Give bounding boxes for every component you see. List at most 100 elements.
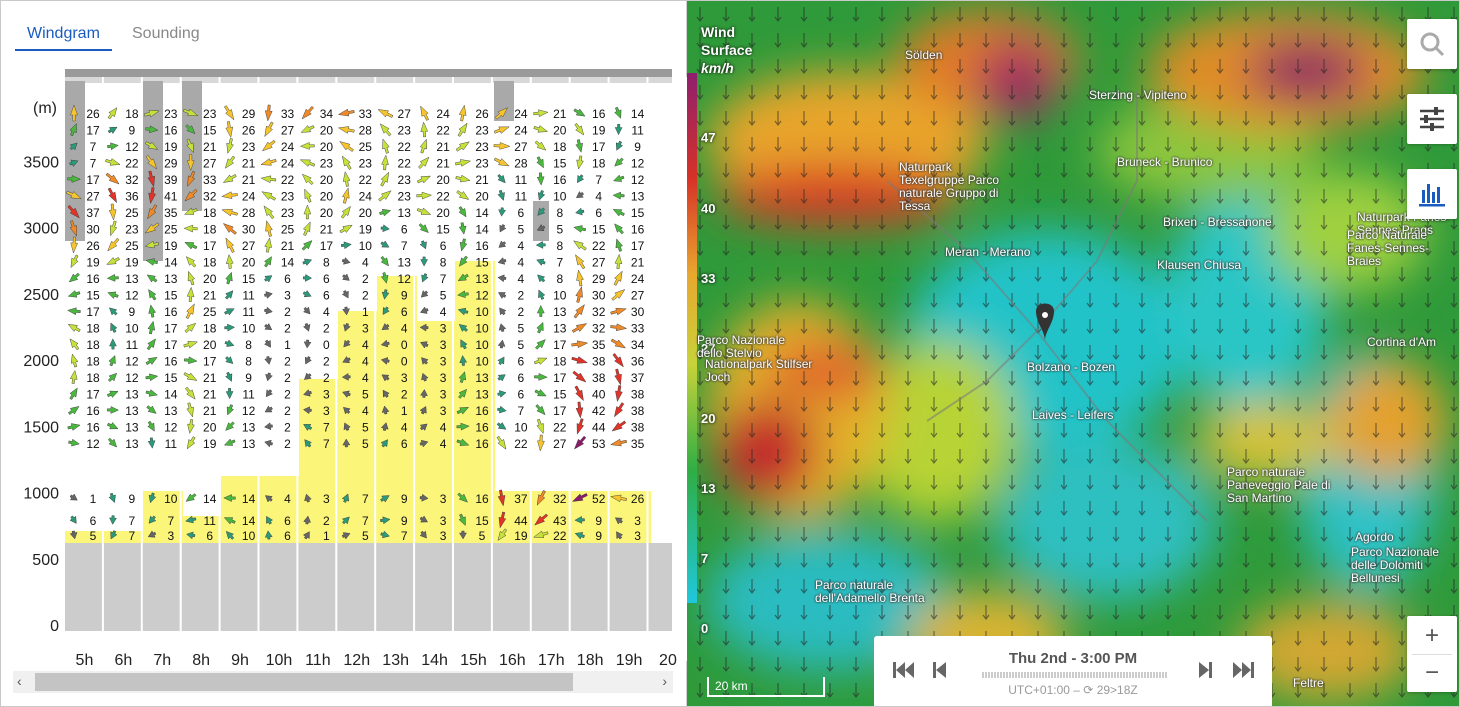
wind-speed-label: 4 [518, 256, 525, 270]
wind-arrow [534, 373, 548, 381]
wind-speed-label: 13 [242, 421, 256, 435]
wind-arrow [497, 374, 506, 382]
wind-arrow [497, 257, 507, 265]
thermal-zone [104, 531, 144, 543]
settings-button[interactable] [1407, 94, 1457, 144]
wind-arrow-shape [224, 105, 235, 121]
wind-arrow-shape [109, 220, 118, 237]
wind-speed-label: 20 [320, 140, 334, 154]
wind-speed-label: 18 [553, 355, 567, 369]
wind-arrow [536, 172, 545, 186]
wind-arrow [615, 140, 623, 151]
wind-arrow [421, 273, 429, 283]
map-scale-bar: 20 km [707, 677, 825, 697]
wind-map[interactable]: Wind Surface km/h 47 40 33 27 20 13 7 0 Sölden S… [687, 1, 1459, 706]
map-place-label: Meran - Merano [945, 245, 1031, 259]
wind-arrow-shape [264, 237, 272, 253]
wind-speed-label: 14 [242, 514, 256, 528]
wind-speed-label: 7 [167, 514, 174, 528]
wind-arrow-shape [419, 306, 429, 314]
wind-arrow-shape [224, 323, 236, 332]
wind-arrow [67, 290, 81, 298]
skip-to-end-icon[interactable] [1232, 660, 1256, 680]
wind-arrow [185, 256, 197, 268]
wind-speed-label: 23 [475, 124, 489, 138]
zoom-out-icon[interactable]: − [1425, 655, 1439, 691]
wind-speed-label: 12 [242, 404, 256, 418]
wind-arrow [183, 224, 198, 233]
wind-arrow [615, 385, 623, 402]
wind-speed-label: 35 [164, 206, 178, 220]
wind-speed-label: 30 [242, 223, 256, 237]
wind-arrow-shape [183, 224, 198, 233]
wind-arrow-shape [342, 187, 350, 204]
scroll-left-icon[interactable]: ‹ [17, 673, 22, 689]
wind-arrow-shape [381, 154, 389, 171]
wind-speed-label: 19 [86, 256, 100, 270]
wind-speed-label: 2 [284, 404, 291, 418]
wind-arrow [183, 372, 198, 381]
wind-arrow [264, 237, 272, 253]
wind-arrow-shape [421, 273, 429, 283]
wind-arrow-shape [107, 142, 119, 151]
wind-arrow [497, 356, 505, 365]
wind-arrow [264, 104, 273, 122]
wind-arrow-shape [612, 191, 625, 200]
wind-arrow [419, 306, 429, 314]
search-button[interactable] [1407, 19, 1457, 69]
wind-arrow [302, 274, 313, 282]
wind-speed-label: 1 [401, 404, 408, 418]
wind-arrow [260, 175, 277, 184]
tab-sounding[interactable]: Sounding [120, 23, 212, 49]
wind-arrow-shape [498, 240, 507, 248]
wind-speed-label: 4 [323, 305, 330, 319]
wind-speed-label: 16 [164, 305, 178, 319]
wind-arrow-shape [147, 437, 156, 449]
wind-arrow-shape [186, 286, 195, 302]
wind-arrow [106, 274, 119, 282]
wind-arrow [225, 290, 234, 300]
wind-arrow-shape [535, 339, 546, 350]
wind-arrow [575, 401, 584, 419]
wind-arrow-shape [263, 205, 275, 220]
x-axis-hour-label: 7h [153, 652, 171, 669]
wind-arrow [499, 307, 507, 316]
wind-speed-label: 2 [323, 322, 330, 336]
scrollbar-thumb[interactable] [35, 673, 573, 691]
tab-windgram[interactable]: Windgram [15, 23, 112, 51]
wind-speed-label: 10 [475, 338, 489, 352]
wind-arrow-shape [380, 171, 390, 187]
wind-speed-label: 18 [86, 371, 100, 385]
wind-speed-label: 21 [242, 157, 256, 171]
scroll-right-icon[interactable]: › [662, 673, 667, 689]
zoom-in-icon[interactable]: + [1425, 618, 1439, 654]
wind-arrow-shape [337, 126, 355, 134]
wind-arrow-shape [533, 357, 548, 365]
wind-arrow [496, 422, 507, 430]
wind-speed-label: 23 [203, 107, 217, 121]
wind-speed-label: 9 [401, 289, 408, 303]
wind-speed-label: 41 [164, 190, 178, 204]
wind-arrow [418, 223, 429, 234]
wind-arrow [223, 438, 236, 446]
wind-arrow-shape [611, 289, 626, 301]
wind-speed-label: 9 [129, 124, 136, 138]
wind-speed-label: 11 [242, 388, 255, 402]
wind-arrow-shape [534, 373, 548, 381]
time-slider[interactable] [982, 672, 1168, 678]
wind-speed-label: 2 [362, 272, 369, 286]
step-forward-icon[interactable] [1197, 660, 1213, 680]
wind-speed-label: 14 [164, 388, 178, 402]
wind-speed-label: 52 [592, 492, 606, 506]
horizontal-scrollbar[interactable]: ‹ › [13, 671, 673, 693]
wind-arrow-shape [261, 139, 276, 152]
wind-arrow-shape [420, 121, 429, 138]
wind-arrow-shape [304, 356, 312, 365]
wind-speed-label: 13 [125, 404, 139, 418]
wind-speed-label: 15 [164, 371, 178, 385]
wind-arrow [341, 290, 349, 299]
wind-arrow-shape [571, 356, 588, 364]
wind-speed-label: 13 [398, 256, 412, 270]
windgram-toggle-button[interactable] [1407, 169, 1457, 219]
wind-speed-label: 15 [592, 223, 606, 237]
